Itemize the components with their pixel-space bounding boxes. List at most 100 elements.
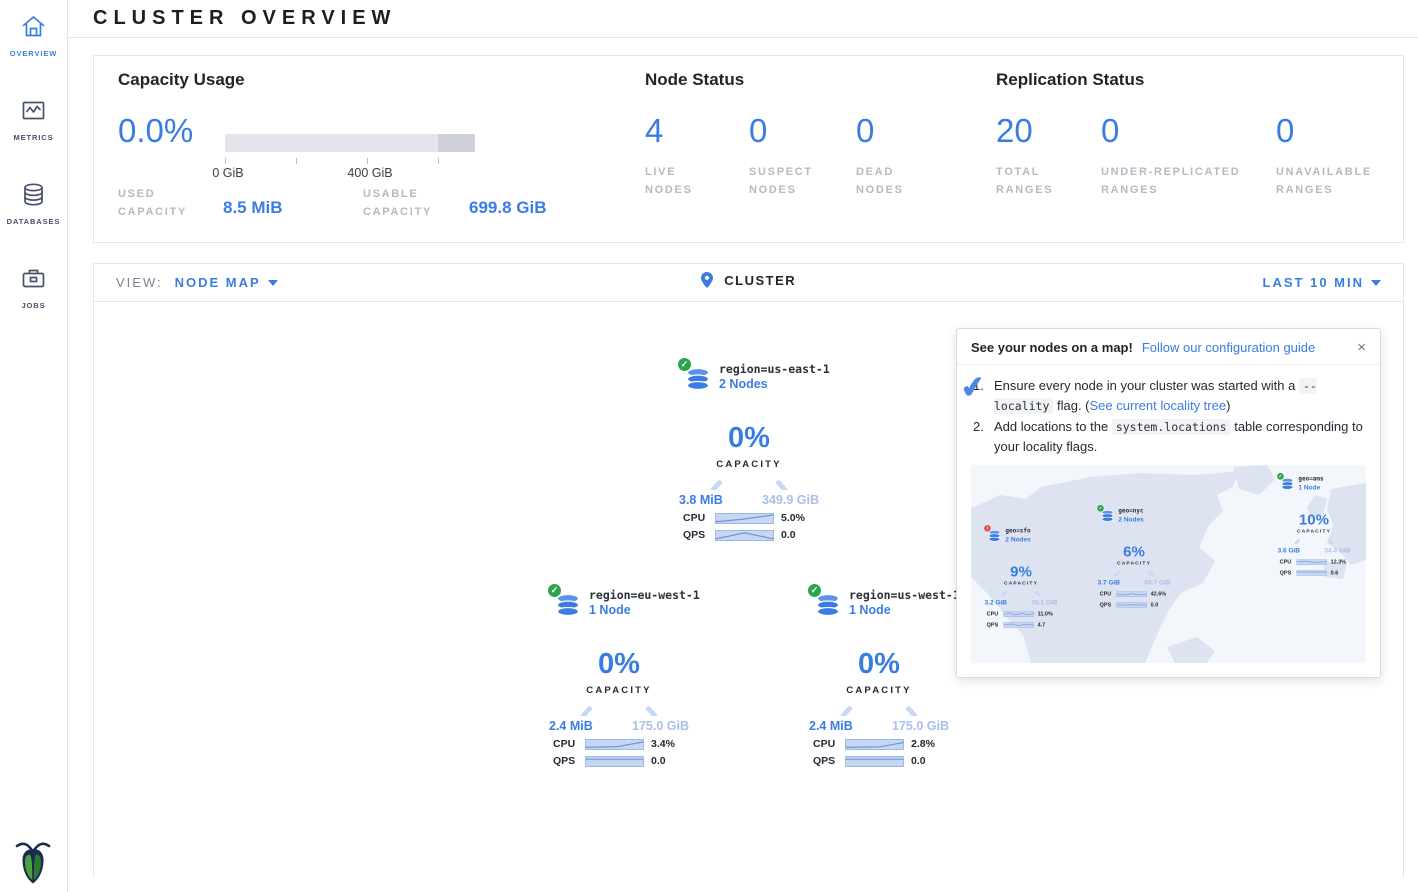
cpu-row-label: CPU [813, 738, 838, 750]
qps-row: QPS0.0 [674, 529, 824, 541]
nodes-count-link[interactable]: 2 Nodes [719, 377, 830, 391]
stat-value: 0 [1101, 114, 1271, 147]
inline-code: system.locations [1112, 419, 1231, 435]
sidebar-item-label: DATABASES [0, 217, 67, 226]
cpu-row-value: 2.8% [911, 738, 945, 750]
capacity-caption: CAPACITY [1108, 560, 1160, 567]
sparkline-chart [585, 756, 644, 767]
qps-row-label: QPS [553, 755, 578, 767]
capacity-gauge: 0%CAPACITY [699, 400, 799, 490]
node-icon-wrap: ! [988, 529, 1002, 542]
node-group-labels: region=eu-west-11 Node [589, 588, 700, 617]
used-value: 3.6 GiB [1278, 546, 1300, 556]
used-capacity-label: USED CAPACITY [118, 186, 213, 221]
cpu-row-label: CPU [1280, 558, 1293, 566]
capacity-gauge: 0%CAPACITY [569, 626, 669, 716]
stat-label: TOTALRANGES [996, 164, 1096, 199]
cpu-row: CPU 42.6% [1095, 590, 1173, 598]
usable-value: 175.0 GiB [892, 719, 949, 733]
sidebar-item-databases[interactable]: DATABASES [0, 168, 67, 226]
usable-value: 349.9 GiB [762, 493, 819, 507]
axis-label-0: 0 GiB [212, 166, 243, 180]
node-group-labels: region=us-west-11 Node [849, 588, 960, 617]
usable-value: 175.0 GiB [632, 719, 689, 733]
cpu-row-value: 42.6% [1151, 590, 1169, 598]
used-value: 3.7 GiB [1098, 578, 1120, 588]
used-capacity-value: 8.5 MiB [223, 198, 283, 218]
capacity-caption: CAPACITY [829, 685, 929, 696]
nodes-count-link: 2 Nodes [1118, 515, 1143, 525]
capacity-bar-segment [438, 134, 475, 152]
sidebar: OVERVIEW METRICS DATABASES JOBS [0, 0, 68, 892]
step-text: Add locations to the system.locations ta… [994, 417, 1366, 456]
usable-capacity-value: 699.8 GiB [469, 198, 547, 218]
sparkline-chart [715, 513, 774, 524]
qps-row-label: QPS [1280, 569, 1293, 577]
axis-tick [438, 158, 439, 164]
status-warning-icon: ! [984, 524, 992, 532]
qps-row-value: 0.0 [1151, 601, 1169, 609]
qps-row-value: 0.0 [781, 529, 815, 541]
breadcrumb-cluster[interactable]: CLUSTER [724, 273, 796, 288]
step-text-part: ) [1226, 398, 1230, 413]
node-status-title: Node Status [645, 70, 744, 90]
node-group-header: ✓geo=ams1 Node [1275, 475, 1353, 493]
locality-tree-link[interactable]: See current locality tree [1090, 398, 1227, 413]
status-ok-icon: ✓ [1277, 472, 1285, 480]
cpu-row: CPU11.0% [982, 610, 1060, 618]
capacity-caption: CAPACITY [1288, 528, 1340, 535]
replication-status-title: Replication Status [996, 70, 1144, 90]
jobs-icon [20, 265, 47, 292]
node-map-toolbar: VIEW: NODE MAP CLUSTER LAST 10 MIN [94, 264, 1403, 302]
region-label: geo=sfo [1005, 527, 1030, 534]
sidebar-item-label: METRICS [0, 133, 67, 142]
sidebar-item-label: OVERVIEW [0, 49, 67, 58]
capacity-used-percent: 0.0% [118, 114, 193, 147]
status-ok-icon: ✓ [807, 583, 822, 598]
capacity-values: 2.4 MiB 175.0 GiB [544, 719, 694, 733]
qps-row-label: QPS [1100, 601, 1113, 609]
node-group-labels: region=us-east-12 Nodes [719, 362, 830, 391]
used-value: 3.2 GiB [985, 598, 1007, 608]
sparkline-chart [1296, 559, 1327, 565]
cockroachdb-logo[interactable] [12, 838, 54, 884]
map-pin-icon [701, 272, 713, 293]
step-text-part: Add locations to the [994, 419, 1112, 434]
configuration-guide-link[interactable]: Follow our configuration guide [1142, 340, 1315, 355]
stat-value: 4 [645, 114, 745, 147]
node-group-labels: geo=nyc2 Nodes [1118, 507, 1143, 525]
stat-value: 20 [996, 114, 1096, 147]
used-value: 2.4 MiB [549, 719, 593, 733]
node-icon-wrap: ✓ [685, 365, 711, 390]
sidebar-item-jobs[interactable]: JOBS [0, 252, 67, 310]
nodes-count-link[interactable]: 1 Node [589, 603, 700, 617]
node-map-canvas: ✓ region=us-west-11 Node 0%CAPACITY 2.4 MiB… [94, 302, 1403, 878]
region-label: geo=nyc [1118, 507, 1143, 514]
sparkline-chart [1003, 622, 1034, 628]
cpu-row-label: CPU [1100, 590, 1113, 598]
summary-stat: 4LIVENODES [645, 114, 745, 199]
axis-label-400: 400 GiB [347, 166, 392, 180]
stat-label: DEADNODES [856, 164, 956, 199]
sidebar-item-overview[interactable]: OVERVIEW [0, 0, 67, 58]
close-icon[interactable]: × [1357, 340, 1366, 355]
cpu-row-label: CPU [987, 610, 1000, 618]
summary-stat: 0SUSPECTNODES [749, 114, 849, 199]
popup-step: 2.Add locations to the system.locations … [973, 417, 1366, 456]
stat-value: 0 [1276, 114, 1396, 147]
mini-map-illustration: !geo=sfo2 Nodes9%CAPACITY3.2 GiB35.1 GiB… [971, 465, 1366, 663]
capacity-gauge: 6%CAPACITY [1108, 529, 1160, 576]
breadcrumb: CLUSTER [94, 272, 1403, 293]
sidebar-item-label: JOBS [0, 301, 67, 310]
node-group-header: ✓region=us-east-12 Nodes [674, 362, 824, 391]
step-text: Ensure every node in your cluster was st… [994, 376, 1366, 415]
node-group-header: ✓region=eu-west-11 Node [544, 588, 694, 617]
cpu-row-value: 5.0% [781, 512, 815, 524]
nodes-count-link[interactable]: 1 Node [849, 603, 960, 617]
node-icon-wrap: ✓ [555, 591, 581, 616]
capacity-values: 3.6 GiB34.4 GiB [1275, 546, 1353, 556]
sparkline-chart [715, 530, 774, 541]
sidebar-item-metrics[interactable]: METRICS [0, 84, 67, 142]
node-group: !geo=sfo2 Nodes9%CAPACITY3.2 GiB35.1 GiB… [982, 527, 1060, 629]
capacity-values: 3.2 GiB35.1 GiB [982, 598, 1060, 608]
